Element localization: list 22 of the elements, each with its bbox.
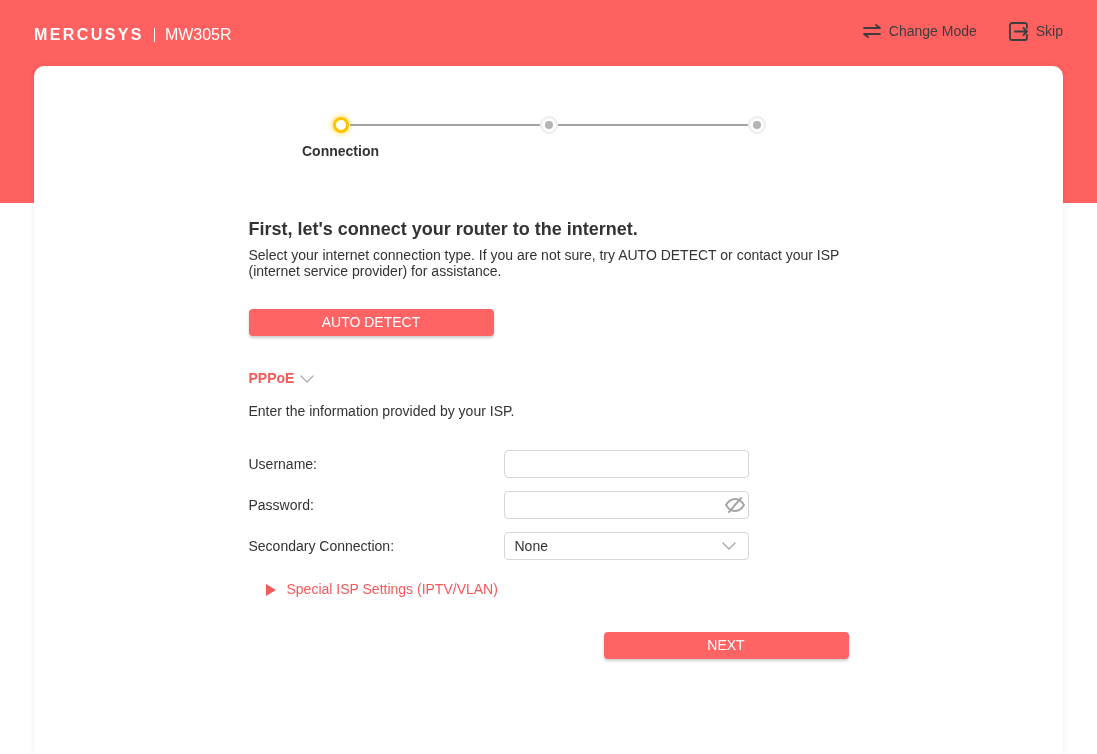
password-field[interactable] [503,491,749,519]
chevron-down-icon [300,374,315,383]
skip-button[interactable]: Skip [1008,20,1063,42]
instruction-text: Enter the information provided by your ISP. [248,402,516,421]
page-heading: First, let's connect your router to the internet. [248,218,639,240]
connection-type-dropdown[interactable]: PPPoE [248,368,315,389]
eye-slash-icon[interactable] [724,497,745,513]
brand-logo: MERCUSYS [34,26,144,43]
text-field[interactable] [503,450,749,478]
change-mode-button[interactable]: Change Mode [862,20,977,42]
model-name: MW305R [164,26,232,43]
chevron-down-icon [721,542,736,550]
field-label: Password: [248,495,315,515]
description-text: Select your internet connection type. If you are not sure, try AUTO DETECT or contact your ISP (internet service provider) for assistance. [248,247,841,279]
auto-detect-button[interactable]: AUTO DETECT [248,309,494,336]
arrow-in-box-icon [1008,21,1028,41]
step-label: Connection [302,142,379,161]
field-label: Username: [248,454,318,474]
dropdown-select[interactable]: None [503,532,749,560]
next-button[interactable]: NEXT [603,632,849,659]
field-label: Secondary Connection: [248,536,396,556]
special-settings-link[interactable]: Special ISP Settings (IPTV/VLAN) [265,579,498,600]
